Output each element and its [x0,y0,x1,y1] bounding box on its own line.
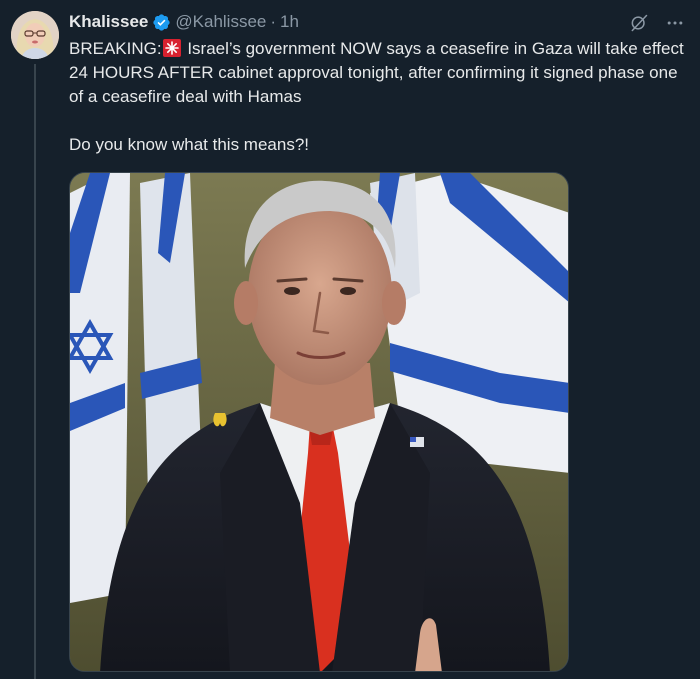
display-name[interactable]: Khalissee [69,12,148,32]
tweet: Khalissee @Kahlissee · 1h BREAKING: Isra… [0,0,700,679]
tweet-text: BREAKING: Israel’s government NOW says a… [69,37,694,157]
handle[interactable]: @Kahlissee [175,12,266,32]
grok-icon[interactable] [628,12,650,34]
breaking-label: BREAKING: [69,39,162,58]
header-actions [628,12,686,34]
more-icon[interactable] [664,12,686,34]
avatar-image [11,11,59,59]
avatar[interactable] [11,11,59,59]
timestamp[interactable]: 1h [280,12,299,32]
tweet-text-main: BREAKING: Israel’s government NOW says a… [69,37,694,109]
verified-badge-icon [152,13,171,32]
tweet-header: Khalissee @Kahlissee · 1h [69,11,299,33]
separator-dot: · [270,12,277,31]
tweet-photo[interactable] [69,172,569,672]
thread-line [34,64,36,679]
photo-illustration [70,173,568,671]
tweet-question: Do you know what this means?! [69,135,310,154]
rotating-light-icon [162,39,181,57]
